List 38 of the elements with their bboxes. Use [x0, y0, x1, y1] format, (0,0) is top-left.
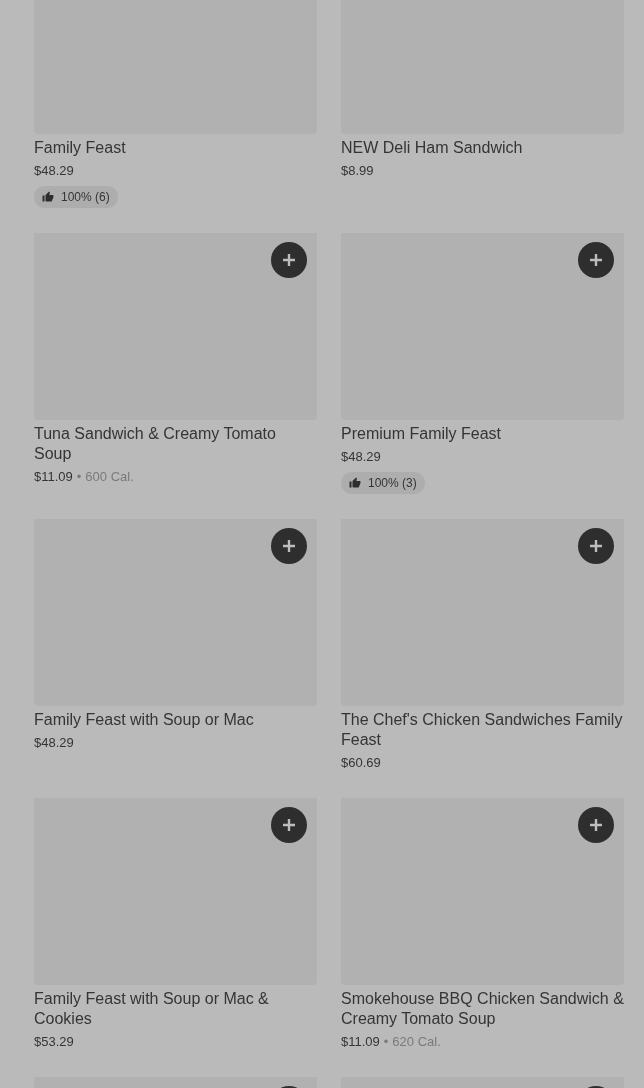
plus-icon	[282, 539, 296, 553]
item-price: $11.09	[34, 468, 73, 486]
item-image-placeholder[interactable]	[34, 1077, 317, 1088]
item-price: $48.29	[34, 734, 74, 752]
item-title: Family Feast with Soup or Mac & Cookies	[34, 989, 270, 1029]
item-price: $48.29	[34, 162, 74, 180]
plus-icon	[282, 818, 296, 832]
thumbs-up-icon	[42, 191, 54, 203]
plus-icon	[589, 818, 603, 832]
add-button[interactable]	[578, 807, 614, 843]
item-price: $8.99	[341, 162, 374, 180]
separator-dot: •	[383, 1033, 389, 1051]
plus-icon	[589, 253, 603, 267]
item-price: $53.29	[34, 1033, 74, 1051]
add-button[interactable]	[271, 528, 307, 564]
add-button[interactable]	[578, 242, 614, 278]
rating-text: 100% (6)	[61, 189, 110, 206]
plus-icon	[589, 539, 603, 553]
thumbs-up-icon	[349, 477, 361, 489]
item-title: Tuna Sandwich & Creamy Tomato Soup	[34, 424, 277, 464]
item-title: Family Feast	[34, 138, 127, 158]
item-price: $60.69	[341, 754, 381, 772]
add-button[interactable]	[578, 528, 614, 564]
add-button[interactable]	[271, 807, 307, 843]
item-title: NEW Deli Ham Sandwich	[341, 138, 524, 158]
plus-icon	[282, 253, 296, 267]
calories-text: 620 Cal.	[392, 1033, 441, 1051]
rating-text: 100% (3)	[368, 475, 417, 492]
item-title: Family Feast with Soup or Mac	[34, 710, 255, 730]
item-price: $11.09	[341, 1033, 380, 1051]
item-title: Premium Family Feast	[341, 424, 503, 444]
item-image-placeholder[interactable]	[341, 1077, 624, 1088]
item-title: Smokehouse BBQ Chicken Sandwich & Creamy Tomato Soup	[341, 989, 624, 1029]
calories-text: 600 Cal.	[85, 468, 134, 486]
item-title: The Chef's Chicken Sandwiches Family Feast	[341, 710, 624, 750]
separator-dot: •	[76, 468, 82, 486]
item-price: $48.29	[341, 448, 381, 466]
add-button[interactable]	[271, 242, 307, 278]
